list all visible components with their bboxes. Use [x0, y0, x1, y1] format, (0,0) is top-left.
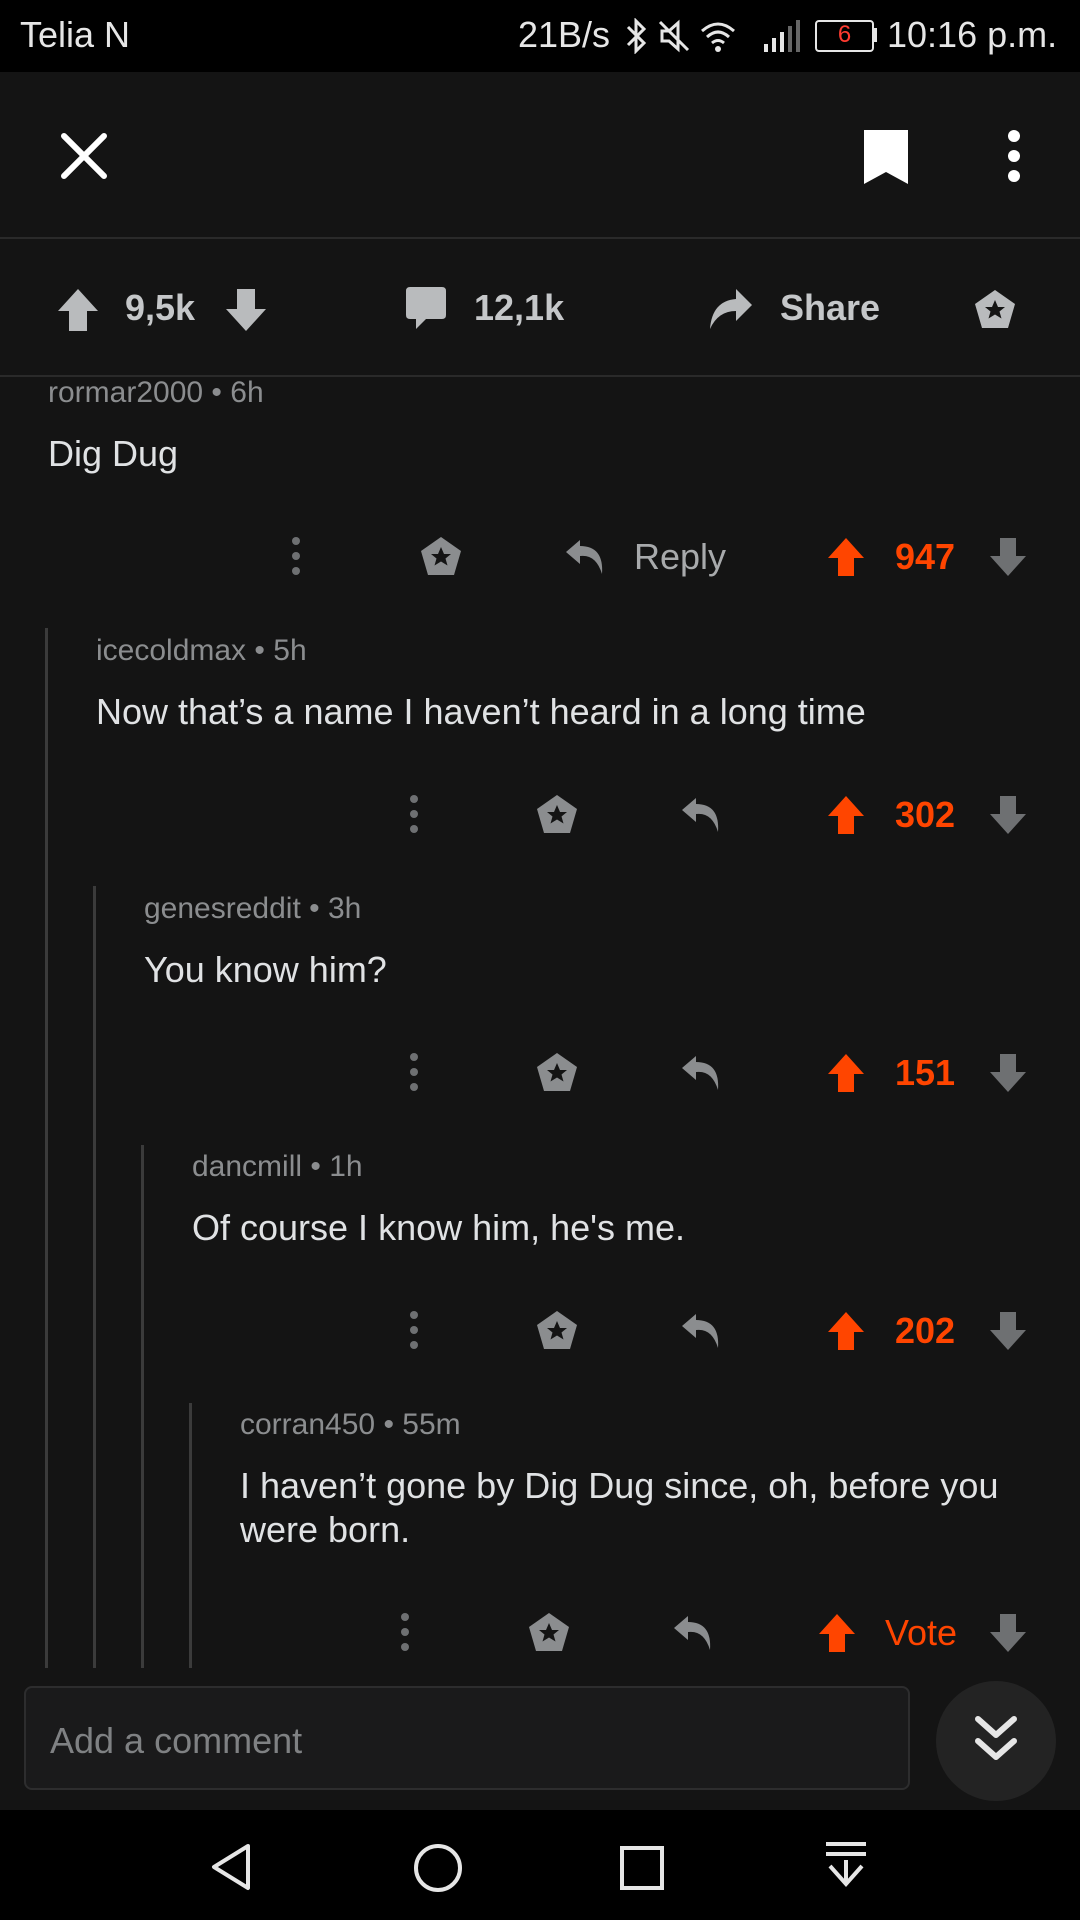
more-vertical-icon[interactable] — [404, 1310, 424, 1350]
award-icon[interactable] — [534, 1050, 580, 1096]
meta-separator: • — [383, 1408, 394, 1441]
comment-author[interactable]: genesreddit — [144, 892, 301, 925]
comment-author[interactable]: rormar2000 — [48, 376, 203, 409]
home-icon[interactable] — [412, 1842, 464, 1894]
comment-age: 6h — [230, 376, 264, 409]
award-icon[interactable] — [534, 792, 580, 838]
comment: icecoldmax • 5h Now that’s a name I have… — [0, 634, 1080, 884]
clock: 10:16 p.m. — [887, 14, 1058, 55]
award-icon[interactable] — [972, 287, 1018, 333]
comment-input-placeholder: Add a comment — [50, 1720, 303, 1761]
mute-icon — [658, 19, 690, 53]
share-button[interactable]: Share — [780, 287, 880, 329]
scroll-down-icon — [975, 1716, 1017, 1760]
recents-icon[interactable] — [618, 1844, 666, 1892]
comment-score: 151 — [895, 1052, 956, 1093]
back-icon[interactable] — [208, 1842, 258, 1892]
network-speed: 21B/s — [518, 14, 611, 55]
comment-input[interactable]: Add a comment — [24, 1686, 910, 1790]
downvote-icon[interactable] — [988, 1052, 1028, 1094]
close-icon[interactable] — [56, 128, 112, 184]
comment-author[interactable]: corran450 — [240, 1408, 375, 1441]
notification-icon[interactable] — [822, 1840, 870, 1892]
scroll-down-button[interactable] — [936, 1681, 1056, 1801]
upvote-icon[interactable] — [826, 1310, 866, 1352]
reply-button[interactable]: Reply — [634, 536, 726, 578]
comment: rormar2000 • 6h Dig Dug Reply 947 — [0, 376, 1080, 626]
battery-level: 6 — [837, 21, 852, 48]
comment-score: 302 — [895, 794, 956, 835]
upvote-icon[interactable] — [817, 1612, 857, 1654]
meta-separator: • — [254, 634, 265, 667]
reply-icon[interactable] — [670, 1612, 716, 1654]
upvote-icon[interactable] — [56, 287, 100, 333]
comment-text: You know him? — [144, 949, 387, 990]
status-bar: Telia N 21B/s 6 10:16 p.m. — [0, 0, 1080, 72]
downvote-icon[interactable] — [224, 287, 268, 333]
comment-text-line: were born. — [240, 1509, 411, 1550]
vote-label[interactable]: Vote — [885, 1612, 957, 1654]
comment-text: Dig Dug — [48, 433, 179, 474]
post-action-bar: 9,5k 12,1k Share — [0, 239, 1080, 377]
comment-age: 5h — [273, 634, 307, 667]
comment-text: I haven’t gone by Dig Dug since, oh, bef… — [240, 1464, 998, 1552]
reply-icon[interactable] — [678, 1310, 724, 1352]
comment-meta: rormar2000 • 6h — [48, 376, 264, 410]
comment-author[interactable]: dancmill — [192, 1150, 302, 1183]
downvote-icon[interactable] — [988, 536, 1028, 578]
battery-indicator: 6 — [815, 20, 874, 52]
comment-author[interactable]: icecoldmax — [96, 634, 246, 667]
comment-meta: corran450 • 55m — [240, 1408, 461, 1442]
comment-text: Of course I know him, he's me. — [192, 1207, 686, 1248]
system-nav-bar — [0, 1810, 1080, 1920]
more-vertical-icon[interactable] — [404, 1052, 424, 1092]
comment-meta: dancmill • 1h — [192, 1150, 363, 1184]
meta-separator: • — [211, 376, 222, 409]
signal-icon — [764, 20, 800, 52]
comment-text-line: I haven’t gone by Dig Dug since, oh, bef… — [240, 1465, 999, 1506]
reply-icon[interactable] — [562, 536, 608, 578]
downvote-icon[interactable] — [988, 1612, 1028, 1654]
comment-score: 202 — [895, 1310, 956, 1351]
more-vertical-icon[interactable] — [395, 1612, 415, 1652]
downvote-icon[interactable] — [988, 794, 1028, 836]
toolbar — [0, 72, 1080, 239]
comment: dancmill • 1h Of course I know him, he's… — [0, 1150, 1080, 1400]
comment-age: 3h — [328, 892, 362, 925]
more-vertical-icon[interactable] — [996, 128, 1032, 184]
comment-count[interactable]: 12,1k — [474, 287, 564, 329]
comment-text: Now that’s a name I haven’t heard in a l… — [96, 691, 866, 732]
comment-age: 1h — [329, 1150, 363, 1183]
meta-separator: • — [310, 1150, 321, 1183]
wifi-icon — [701, 22, 735, 52]
comment-meta: genesreddit • 3h — [144, 892, 361, 926]
comment-score: 947 — [895, 536, 956, 577]
share-icon[interactable] — [706, 287, 754, 333]
post-score: 9,5k — [125, 287, 196, 328]
reply-icon[interactable] — [678, 794, 724, 836]
comment-age: 55m — [402, 1408, 461, 1441]
award-icon[interactable] — [534, 1308, 580, 1354]
reply-icon[interactable] — [678, 1052, 724, 1094]
comment: genesreddit • 3h You know him? 151 — [0, 892, 1080, 1142]
upvote-icon[interactable] — [826, 536, 866, 578]
award-icon[interactable] — [418, 534, 464, 580]
comment-icon[interactable] — [404, 285, 448, 331]
comment: corran450 • 55m I haven’t gone by Dig Du… — [0, 1408, 1080, 1668]
bluetooth-icon — [626, 18, 647, 54]
more-vertical-icon[interactable] — [286, 536, 306, 576]
bookmark-icon[interactable] — [858, 126, 914, 188]
battery-tip — [872, 28, 877, 42]
award-icon[interactable] — [526, 1610, 572, 1656]
upvote-icon[interactable] — [826, 1052, 866, 1094]
comment-meta: icecoldmax • 5h — [96, 634, 307, 668]
carrier-name: Telia N — [20, 14, 131, 55]
meta-separator: • — [309, 892, 320, 925]
more-vertical-icon[interactable] — [404, 794, 424, 834]
downvote-icon[interactable] — [988, 1310, 1028, 1352]
upvote-icon[interactable] — [826, 794, 866, 836]
